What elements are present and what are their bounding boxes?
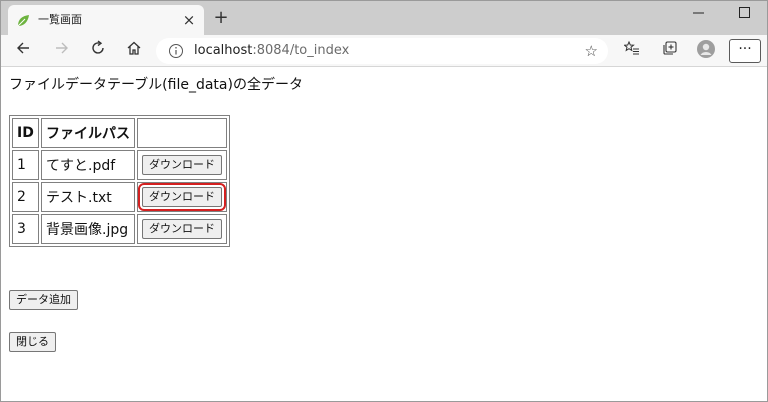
address-bar[interactable]: localhost:8084/to_index ☆: [156, 38, 608, 64]
leaf-favicon-icon: [16, 13, 30, 27]
tab-title: 一覧画面: [38, 13, 82, 26]
download-button[interactable]: ダウンロード: [142, 155, 222, 175]
header-id: ID: [12, 118, 39, 148]
row-action-cell: ダウンロード: [137, 214, 227, 244]
profile-avatar-icon[interactable]: [693, 39, 719, 63]
forward-arrow-icon[interactable]: [49, 39, 75, 63]
row-action-cell: ダウンロード: [137, 182, 227, 212]
row-id: 1: [12, 150, 39, 180]
more-icon[interactable]: ···: [729, 39, 761, 63]
refresh-icon[interactable]: [85, 39, 111, 63]
header-file-path: ファイルパス: [41, 118, 135, 148]
row-file-path: てすと.pdf: [41, 150, 135, 180]
table-row: 2 テスト.txt ダウンロード: [12, 182, 227, 212]
table-header-row: ID ファイルパス: [12, 118, 227, 148]
file-data-table: ID ファイルパス 1 てすと.pdf ダウンロード 2 テスト.txt ダウン…: [9, 115, 230, 247]
maximize-icon[interactable]: [721, 1, 767, 29]
download-button-highlighted[interactable]: ダウンロード: [138, 183, 226, 211]
favorites-icon[interactable]: [619, 39, 645, 63]
row-file-path: テスト.txt: [41, 182, 135, 212]
url-path: :8084/to_index: [252, 43, 350, 58]
info-icon[interactable]: [168, 43, 184, 59]
page-title: ファイルデータテーブル(file_data)の全データ: [9, 77, 303, 93]
close-icon[interactable]: ×: [180, 11, 198, 29]
url-host: localhost: [194, 43, 253, 58]
row-file-path: 背景画像.jpg: [41, 214, 135, 244]
back-arrow-icon[interactable]: [10, 39, 36, 63]
row-id: 3: [12, 214, 39, 244]
table-row: 1 てすと.pdf ダウンロード: [12, 150, 227, 180]
row-action-cell: ダウンロード: [137, 150, 227, 180]
home-icon[interactable]: [121, 39, 147, 63]
table-row: 3 背景画像.jpg ダウンロード: [12, 214, 227, 244]
browser-toolbar: localhost:8084/to_index ☆ ···: [1, 35, 767, 67]
url-text[interactable]: localhost:8084/to_index: [194, 43, 349, 59]
collections-icon[interactable]: [657, 39, 683, 63]
browser-window: 一覧画面 × + localhost:8084/to_index ☆ ··· フ…: [0, 0, 768, 402]
close-button[interactable]: 閉じる: [9, 332, 56, 352]
minimize-icon[interactable]: [675, 1, 721, 29]
add-data-button[interactable]: データ追加: [9, 290, 78, 310]
page-content: ファイルデータテーブル(file_data)の全データ ID ファイルパス 1 …: [1, 68, 767, 401]
browser-tab[interactable]: 一覧画面 ×: [8, 5, 204, 35]
star-icon[interactable]: ☆: [585, 41, 598, 61]
row-id: 2: [12, 182, 39, 212]
plus-icon[interactable]: +: [211, 8, 231, 28]
header-action: [137, 118, 227, 148]
download-button[interactable]: ダウンロード: [142, 219, 222, 239]
tab-strip: 一覧画面 × +: [1, 1, 767, 35]
